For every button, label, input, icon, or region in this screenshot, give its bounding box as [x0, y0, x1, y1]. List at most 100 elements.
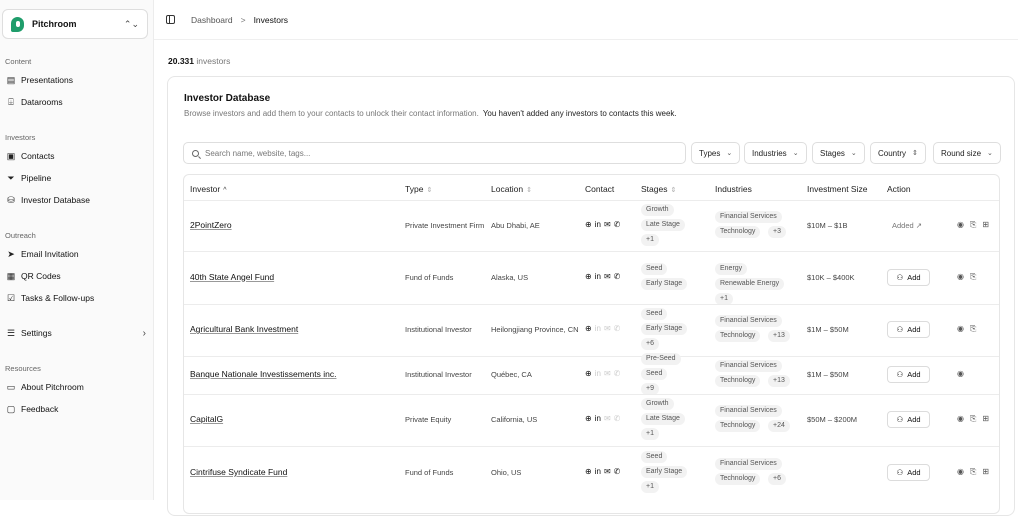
phone-icon[interactable]: ✆	[614, 467, 621, 476]
contact-card-icon: ▣	[6, 150, 16, 161]
user-plus-icon: ⚇	[896, 415, 904, 424]
view-icon[interactable]: ◉	[957, 414, 964, 424]
column-investor[interactable]: Investor ^	[190, 184, 227, 194]
add-contact-button[interactable]: ⚇ Add	[887, 366, 930, 383]
globe-icon[interactable]: ⊕	[585, 467, 592, 476]
add-contact-button[interactable]: ⚇ Add	[887, 321, 930, 338]
sidebar-item-tasks[interactable]: ☑ Tasks & Follow-ups	[6, 291, 146, 305]
sidebar-item-presentations[interactable]: ▤ Presentations	[6, 73, 146, 87]
clipboard-icon[interactable]: ⎘	[970, 272, 976, 282]
filter-industries[interactable]: Industries ⌄	[744, 142, 807, 164]
globe-icon[interactable]: ⊕	[585, 220, 592, 229]
add-contact-button[interactable]: ⚇ Add	[887, 411, 930, 428]
sidebar-section-outreach: Outreach	[5, 231, 36, 240]
mail-icon[interactable]: ✉	[604, 220, 611, 229]
globe-icon[interactable]: ⊕	[585, 369, 592, 378]
linkedin-icon[interactable]: in	[595, 467, 601, 476]
investor-name-link[interactable]: CapitalG	[190, 414, 223, 424]
investor-name-link[interactable]: 2PointZero	[190, 220, 232, 230]
sidebar-item-pipeline[interactable]: ⏷ Pipeline	[6, 171, 146, 185]
sidebar-item-feedback[interactable]: ▢ Feedback	[6, 402, 146, 416]
column-contact: Contact	[585, 184, 615, 194]
stage-chip: +6	[641, 337, 659, 350]
column-type[interactable]: Type ⇕	[405, 184, 432, 194]
add-contact-button[interactable]: ⚇ Add	[887, 464, 930, 481]
investor-name-link[interactable]: Cintrifuse Syndicate Fund	[190, 467, 287, 477]
contact-icons: ⊕ in ✉ ✆	[585, 369, 620, 378]
view-icon[interactable]: ◉	[957, 220, 964, 230]
industry-chip: Technology	[715, 375, 761, 387]
contact-icons: ⊕ in ✉ ✆	[585, 324, 620, 333]
industry-more-chip: +3	[768, 226, 786, 238]
linkedin-icon[interactable]: in	[595, 414, 601, 423]
clipboard-icon[interactable]: ⎘	[970, 414, 976, 424]
clipboard-icon[interactable]: ⎘	[970, 324, 976, 334]
investment-size: $50M – $200M	[807, 415, 858, 424]
building-icon[interactable]: ⊞	[982, 414, 989, 424]
building-icon[interactable]: ⊞	[982, 220, 989, 230]
industry-chip: Energy	[715, 262, 748, 275]
clipboard-icon[interactable]: ⎘	[970, 220, 976, 230]
industry-more-chip: +13	[768, 330, 790, 342]
industry-chip: Financial Services	[715, 211, 782, 223]
sidebar-item-settings[interactable]: ☰ Settings ›	[6, 326, 146, 340]
linkedin-icon[interactable]: in	[595, 220, 601, 229]
sidebar-item-investor-database[interactable]: ⛁ Investor Database	[6, 193, 146, 207]
globe-icon[interactable]: ⊕	[585, 272, 592, 281]
column-stages[interactable]: Stages ⇕	[641, 184, 676, 194]
stage-chip: +1	[641, 427, 659, 440]
investor-type: Fund of Funds	[405, 272, 454, 282]
added-status-link[interactable]: Added ↗	[892, 221, 922, 230]
globe-icon[interactable]: ⊕	[585, 414, 592, 423]
sidebar-item-qr-codes[interactable]: ▦ QR Codes	[6, 269, 146, 283]
sidebar-item-datarooms[interactable]: ⌹ Datarooms	[6, 95, 146, 109]
stage-chip: Late Stage	[641, 412, 685, 425]
investor-name-link[interactable]: 40th State Angel Fund	[190, 272, 274, 282]
phone-icon[interactable]: ✆	[614, 272, 621, 281]
investor-type: Fund of Funds	[405, 468, 454, 477]
view-icon[interactable]: ◉	[957, 369, 964, 378]
stage-chip: Seed	[641, 307, 668, 320]
chevron-down-icon: ⌄	[726, 150, 733, 157]
investor-name-link[interactable]: Banque Nationale Investissements inc.	[190, 369, 336, 379]
mail-icon[interactable]: ✉	[604, 272, 611, 281]
stage-chip: +1	[641, 233, 659, 246]
file-icon: ▤	[6, 74, 16, 85]
phone-icon[interactable]: ✆	[614, 220, 621, 229]
add-contact-button[interactable]: ⚇ Add	[887, 268, 930, 286]
message-icon: ▢	[6, 403, 16, 414]
chevron-right-icon: ›	[142, 327, 146, 339]
filter-stages[interactable]: Stages ⌄	[812, 142, 865, 164]
stage-chip: Growth	[641, 203, 674, 216]
sidebar-item-about[interactable]: ▭ About Pitchroom	[6, 380, 146, 394]
mail-icon[interactable]: ✉	[604, 467, 611, 476]
filter-round-size[interactable]: Round size ⌄	[933, 142, 1001, 164]
breadcrumb-dashboard[interactable]: Dashboard	[191, 15, 233, 25]
contact-icons: ⊕ in ✉ ✆	[585, 414, 620, 423]
industry-more-chip: +1	[715, 292, 733, 305]
row-divider	[184, 394, 999, 395]
stage-chip: Early Stage	[641, 465, 688, 478]
sidebar-item-contacts[interactable]: ▣ Contacts	[6, 149, 146, 163]
search-input[interactable]: Search name, website, tags...	[183, 142, 686, 164]
clipboard-icon[interactable]: ⎘	[970, 467, 976, 477]
chevron-down-icon: ⌄	[792, 150, 799, 157]
sidebar-toggle-icon[interactable]	[166, 15, 175, 24]
linkedin-icon[interactable]: in	[595, 272, 601, 281]
globe-icon[interactable]: ⊕	[585, 324, 592, 333]
book-icon: ▭	[6, 381, 16, 392]
sidebar-item-email-invitation[interactable]: ➤ Email Invitation	[6, 247, 146, 261]
column-location[interactable]: Location ⇕	[491, 184, 532, 194]
view-icon[interactable]: ◉	[957, 467, 964, 477]
building-icon[interactable]: ⊞	[982, 467, 989, 477]
stage-chip: Seed	[641, 367, 668, 380]
industry-more-chip: +6	[768, 473, 786, 485]
view-icon[interactable]: ◉	[957, 272, 964, 282]
investor-name-link[interactable]: Agricultural Bank Investment	[190, 324, 298, 334]
workspace-switcher[interactable]: Pitchroom ⌃⌄	[2, 9, 148, 39]
industry-chip: Financial Services	[715, 458, 782, 470]
mail-icon: ✉	[603, 414, 611, 423]
filter-types[interactable]: Types ⌄	[691, 142, 741, 164]
view-icon[interactable]: ◉	[957, 324, 964, 334]
filter-country[interactable]: Country ⇕	[870, 142, 926, 164]
